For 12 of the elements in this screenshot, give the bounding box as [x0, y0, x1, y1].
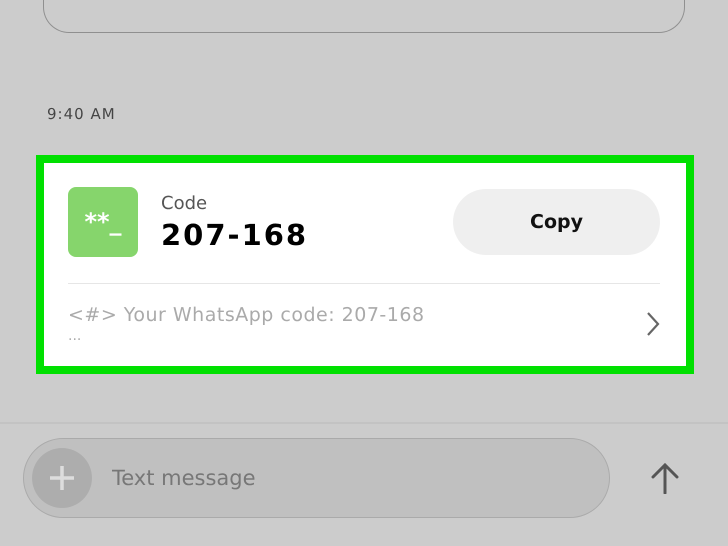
- message-ellipsis: ...: [68, 328, 82, 344]
- plus-icon: [49, 465, 75, 491]
- message-preview: <#> Your WhatsApp code: 207-168: [68, 304, 426, 326]
- chevron-right-icon[interactable]: [646, 311, 660, 337]
- copy-button[interactable]: Copy: [453, 189, 660, 255]
- message-field[interactable]: Text message: [23, 438, 610, 518]
- send-arrow-icon[interactable]: [650, 462, 680, 494]
- verification-code: 207-168: [161, 218, 310, 252]
- code-label: Code: [161, 192, 208, 214]
- message-input[interactable]: Text message: [110, 465, 609, 491]
- timestamp: 9:40 AM: [47, 105, 117, 123]
- password-icon: **_: [68, 187, 138, 257]
